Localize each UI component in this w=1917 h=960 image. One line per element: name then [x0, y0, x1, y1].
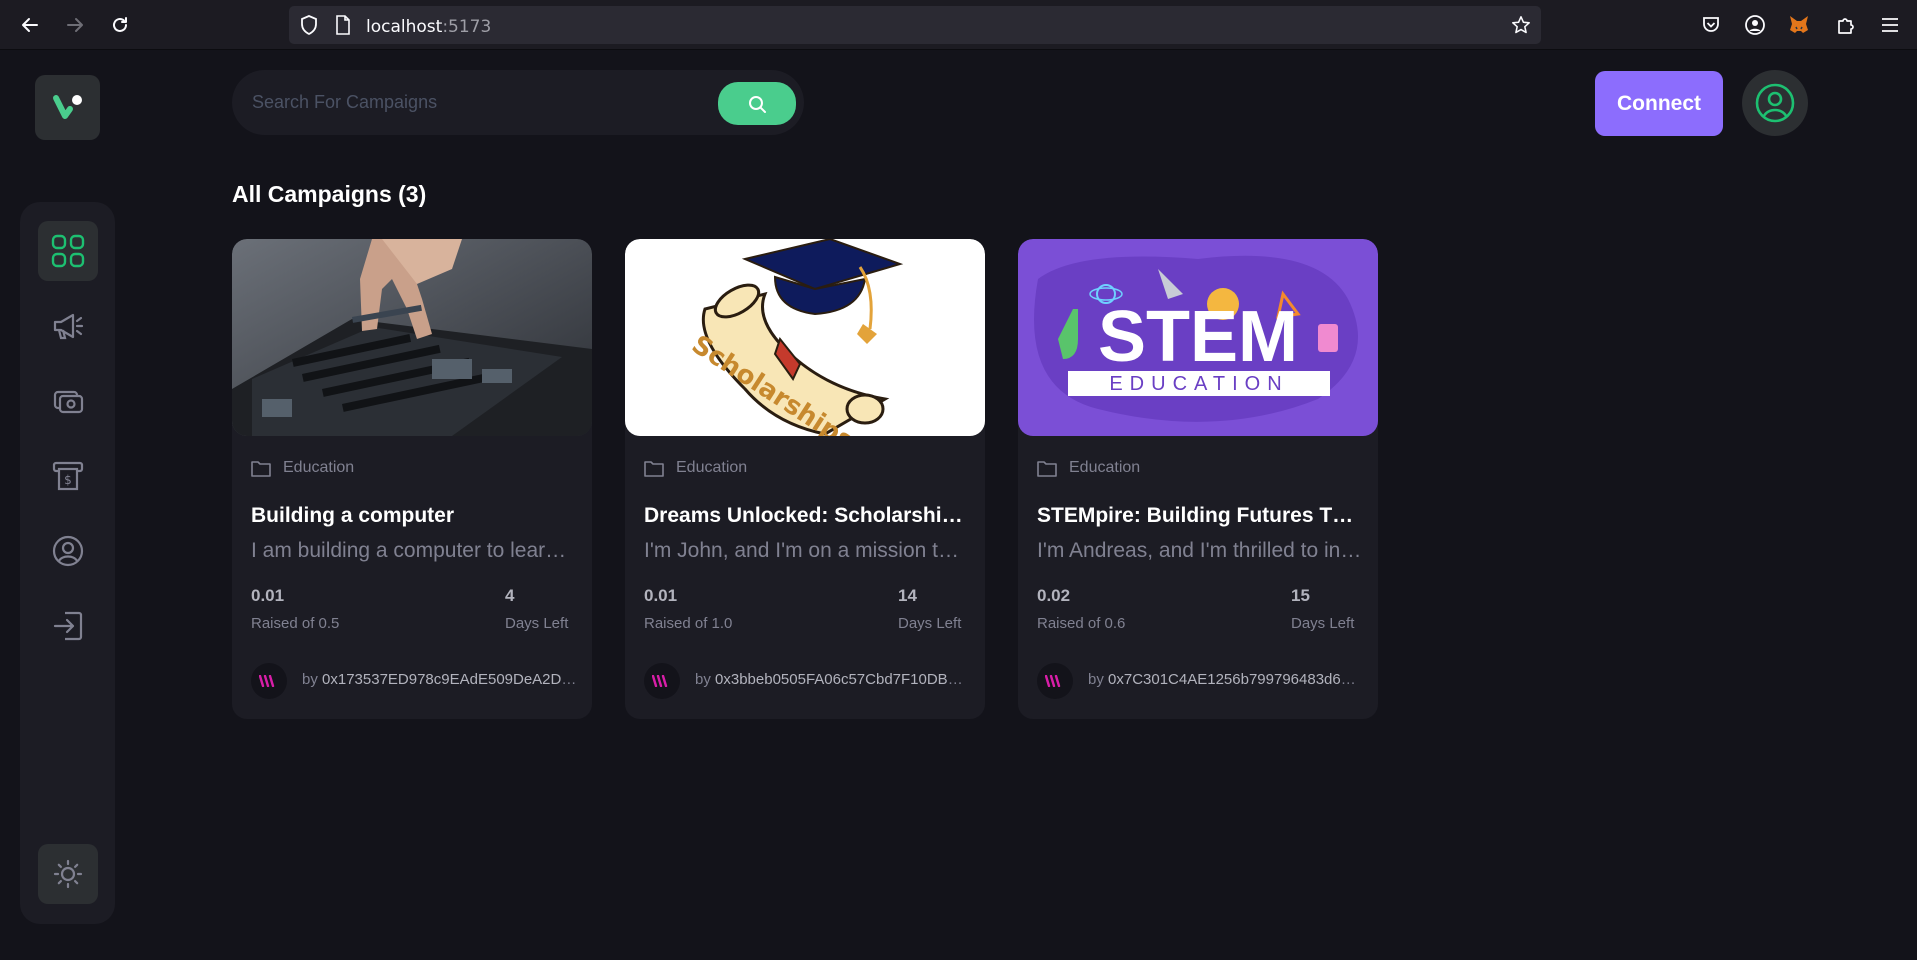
reload-button[interactable] [106, 11, 134, 39]
campaign-category: Education [1037, 459, 1140, 477]
dashboard-grid-icon [51, 234, 85, 268]
campaign-description: I'm Andreas, and I'm thrilled to introdu… [1037, 539, 1362, 562]
back-button[interactable] [16, 11, 44, 39]
sidebar-nav: $ [20, 202, 115, 924]
folder-icon [1037, 460, 1057, 477]
target-label: Raised of 1.0 [644, 615, 733, 632]
search-bar [232, 70, 804, 135]
campaign-category: Education [251, 459, 354, 477]
svg-text:STEM: STEM [1098, 297, 1298, 377]
profile-icon [52, 535, 84, 567]
days-left-value: 4 [505, 586, 515, 605]
category-label: Education [283, 459, 355, 476]
theme-toggle-button[interactable] [38, 844, 98, 904]
logo-icon [52, 94, 82, 119]
metamask-fox-icon[interactable] [1787, 13, 1811, 37]
page-title: All Campaigns (3) [232, 181, 427, 207]
amount-raised: 0.01 [644, 586, 678, 605]
withdraw-icon: $ [52, 461, 84, 491]
logout-icon [53, 611, 83, 641]
thirdweb-logo-icon [652, 675, 668, 687]
folder-icon [251, 460, 271, 477]
sidebar-item-profile[interactable] [38, 521, 98, 581]
days-left-label: Days Left [898, 615, 962, 632]
campaign-image-scholarships: Scholarships [625, 239, 985, 436]
sidebar-item-withdraw[interactable]: $ [38, 446, 98, 506]
owner-avatar [251, 663, 287, 699]
campaign-image-stem: STEM EDUCATION [1018, 239, 1378, 436]
days-left-label: Days Left [1291, 615, 1355, 632]
thirdweb-logo-icon [259, 675, 275, 687]
sidebar-item-campaign[interactable] [38, 296, 98, 356]
campaign-title: Dreams Unlocked: Scholarships for All [644, 504, 969, 527]
campaign-owner: by 0x7C301C4AE1256b799796483d64123456789… [1088, 671, 1363, 688]
sidebar-item-payment[interactable] [38, 371, 98, 431]
hamburger-menu-icon[interactable] [1878, 13, 1902, 37]
payment-icon [53, 390, 84, 414]
campaign-image-computer [232, 239, 592, 436]
target-label: Raised of 0.5 [251, 615, 340, 632]
owner-avatar [1037, 663, 1073, 699]
back-arrow-icon [22, 18, 38, 32]
sun-icon [53, 859, 83, 889]
amount-raised: 0.02 [1037, 586, 1071, 605]
campaign-card[interactable]: Education Building a computer I am build… [232, 239, 592, 719]
search-button[interactable] [718, 82, 796, 125]
forward-button[interactable] [61, 11, 89, 39]
campaign-card[interactable]: Scholarships Education Dreams Unlocked: … [625, 239, 985, 719]
days-left-value: 15 [1291, 586, 1310, 605]
account-icon[interactable] [1743, 13, 1767, 37]
campaign-title: Building a computer [251, 504, 455, 527]
forward-arrow-icon [67, 18, 83, 32]
campaign-owner: by 0x173537ED978c9EAdE509DeA2D1234567890… [302, 671, 577, 688]
category-label: Education [1069, 459, 1141, 476]
campaign-description: I am building a computer to learn about … [251, 539, 576, 562]
url-text: localhost:5173 [366, 17, 492, 37]
sidebar-item-dashboard[interactable] [38, 221, 98, 281]
user-avatar-icon [1755, 83, 1795, 123]
campaign-category: Education [644, 459, 747, 477]
bookmark-star-icon[interactable] [1511, 15, 1531, 35]
amount-raised: 0.01 [251, 586, 285, 605]
days-left-value: 14 [898, 586, 917, 605]
thirdweb-logo-icon [1045, 675, 1061, 687]
sidebar-item-logout[interactable] [38, 596, 98, 656]
app-logo[interactable] [35, 75, 100, 140]
browser-toolbar: localhost:5173 [0, 0, 1917, 50]
folder-icon [644, 460, 664, 477]
search-input[interactable] [252, 70, 732, 135]
svg-text:EDUCATION: EDUCATION [1109, 373, 1288, 395]
profile-avatar-button[interactable] [1742, 70, 1808, 136]
reload-icon [113, 17, 127, 32]
pocket-icon[interactable] [1699, 13, 1723, 37]
category-label: Education [676, 459, 748, 476]
megaphone-icon [53, 313, 84, 340]
campaign-title: STEMpire: Building Futures Through STEM [1037, 504, 1362, 527]
search-icon [749, 95, 766, 113]
connect-button[interactable]: Connect [1595, 71, 1723, 136]
url-bar[interactable]: localhost:5173 [289, 6, 1541, 44]
page-info-icon[interactable] [333, 15, 353, 35]
campaign-description: I'm John, and I'm on a mission to unlock… [644, 539, 969, 562]
extensions-puzzle-icon[interactable] [1834, 13, 1858, 37]
owner-avatar [644, 663, 680, 699]
shield-icon[interactable] [299, 15, 319, 35]
campaign-card[interactable]: STEM EDUCATION Education STEMpire: Build… [1018, 239, 1378, 719]
days-left-label: Days Left [505, 615, 569, 632]
svg-text:$: $ [64, 473, 72, 487]
campaign-owner: by 0x3bbeb0505FA06c57Cbd7F10DB1234567890… [695, 671, 970, 688]
target-label: Raised of 0.6 [1037, 615, 1126, 632]
